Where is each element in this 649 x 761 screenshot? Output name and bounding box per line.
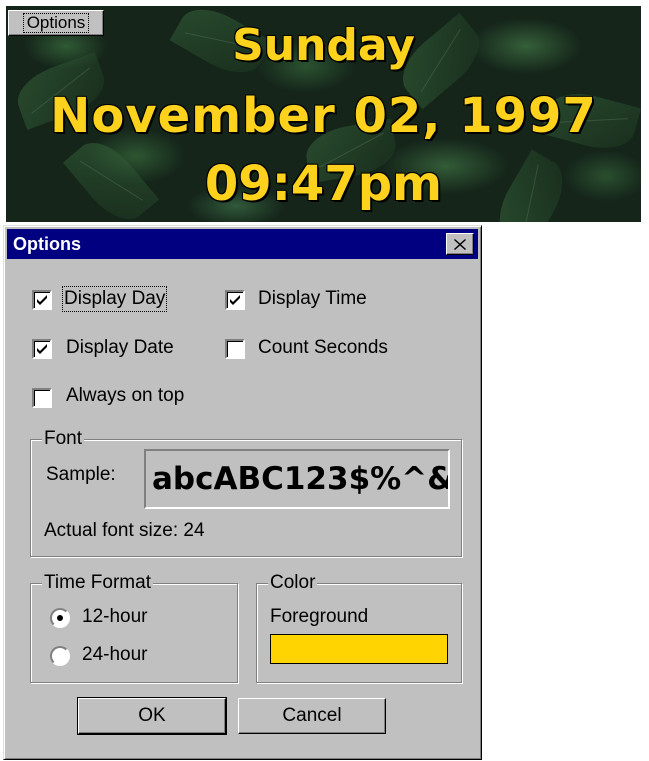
radio-12-hour-label[interactable]: 12-hour	[82, 606, 148, 628]
ok-button[interactable]: OK	[77, 697, 227, 735]
count-seconds-checkbox[interactable]	[225, 339, 245, 359]
close-button[interactable]	[446, 233, 474, 255]
options-button[interactable]: Options	[8, 10, 104, 36]
always-on-top-checkbox[interactable]	[32, 388, 52, 408]
display-day-checkbox[interactable]	[32, 290, 52, 310]
display-date-checkbox[interactable]	[32, 339, 52, 359]
always-on-top-label[interactable]: Always on top	[66, 385, 184, 407]
radio-selected-dot	[57, 615, 63, 621]
cancel-button[interactable]: Cancel	[238, 698, 386, 734]
checkmark-icon	[37, 344, 47, 354]
options-button-label: Options	[22, 13, 90, 33]
font-sample-text: abcABC123$%^&	[152, 461, 450, 497]
time-format-group	[30, 583, 238, 683]
actual-font-size-text: Actual font size: 24	[44, 520, 205, 541]
dialog-title: Options	[13, 234, 81, 254]
display-time-label[interactable]: Display Time	[258, 288, 367, 310]
radio-24-hour-label[interactable]: 24-hour	[82, 644, 148, 666]
foreground-label: Foreground	[270, 606, 369, 627]
clock-time: 09:47pm	[204, 156, 443, 212]
close-x-icon	[454, 238, 466, 250]
dialog-titlebar[interactable]: Options	[7, 229, 478, 259]
clock-display: Sunday November 02, 1997 09:47pm	[6, 6, 641, 222]
font-sample-button[interactable]: abcABC123$%^&	[144, 449, 450, 509]
checkmark-icon	[230, 295, 240, 305]
clock-date: November 02, 1997	[50, 88, 597, 144]
radio-12-hour[interactable]	[50, 608, 70, 628]
color-group	[256, 583, 462, 683]
checkmark-icon	[37, 295, 47, 305]
sample-label: Sample:	[46, 464, 116, 485]
time-format-legend: Time Format	[42, 572, 153, 594]
display-day-label[interactable]: Display Day	[61, 286, 168, 312]
count-seconds-label[interactable]: Count Seconds	[258, 337, 388, 359]
font-group-legend: Font	[42, 428, 85, 450]
radio-24-hour[interactable]	[50, 646, 70, 666]
foreground-color-swatch[interactable]	[270, 634, 448, 664]
options-dialog: Options Display Day Display Time Display…	[3, 225, 482, 760]
color-group-legend: Color	[268, 572, 318, 594]
display-time-checkbox[interactable]	[225, 290, 245, 310]
display-date-label[interactable]: Display Date	[66, 337, 174, 359]
